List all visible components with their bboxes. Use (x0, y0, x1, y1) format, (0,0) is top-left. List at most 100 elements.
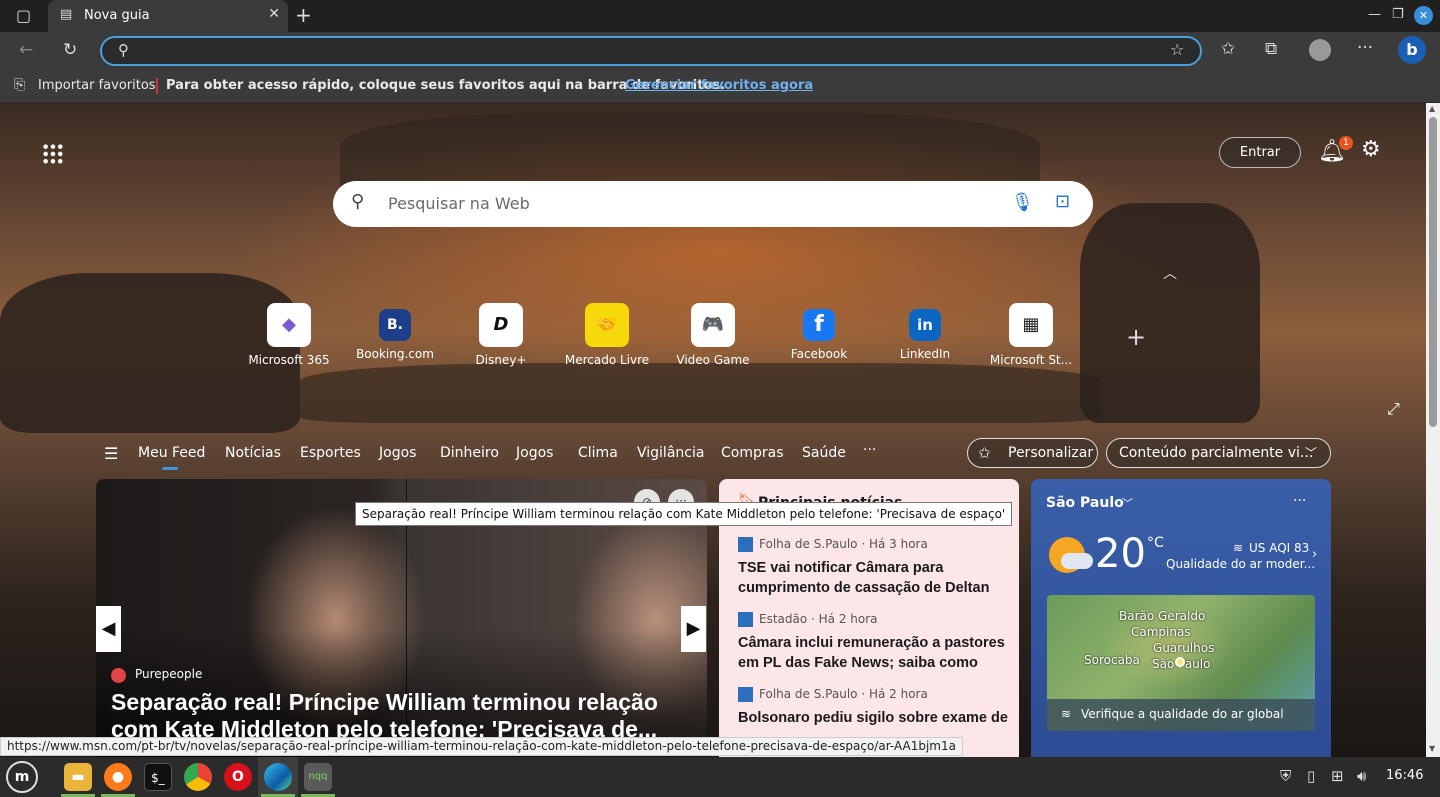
back-icon[interactable]: ← (19, 40, 33, 60)
tab-compras[interactable]: Compras (721, 445, 784, 461)
tab-dinheiro[interactable]: Dinheiro (440, 445, 499, 461)
quick-link-tile[interactable]: 🎮 Video Game (660, 303, 766, 367)
quick-link-tile[interactable]: 🤝 Mercado Livre (554, 303, 660, 367)
more-icon[interactable]: ··· (1357, 38, 1373, 58)
visual-search-icon[interactable]: ⊡ (1055, 191, 1070, 212)
weather-city[interactable]: São Paulo (1046, 495, 1124, 511)
import-favorites-button[interactable]: Importar favoritos (38, 78, 156, 93)
sidebar-icon[interactable]: ▢ (16, 6, 31, 25)
bing-icon[interactable]: b (1398, 36, 1426, 64)
apps-grid-icon[interactable] (42, 143, 64, 165)
more-tabs-icon[interactable]: ··· (863, 442, 876, 458)
settings-gear-icon[interactable]: ⚙ (1361, 137, 1381, 162)
personalize-button[interactable]: ✩ Personalizar (967, 438, 1098, 468)
status-url: https://www.msn.com/pt-br/tv/novelas/sep… (0, 737, 963, 756)
chrome-icon[interactable] (184, 763, 212, 791)
new-tab-icon[interactable]: + (295, 3, 312, 27)
scroll-up-icon[interactable]: ▲ (1429, 104, 1435, 113)
page-scrollbar[interactable]: ▲ ▼ (1426, 103, 1440, 757)
favbar-divider (156, 78, 158, 94)
shield-icon[interactable]: ⛨ (1280, 767, 1291, 785)
news-title[interactable]: Bolsonaro pediu sigilo sobre exame de Co… (738, 708, 1008, 728)
tab-clima[interactable]: Clima (578, 445, 618, 461)
personalize-icon: ✩ (978, 444, 991, 462)
collapse-chevron-icon[interactable]: ︿ (1163, 263, 1177, 283)
favorites-bar: ⎘ Importar favoritos Para obter acesso r… (0, 70, 1440, 103)
linkedin-icon: in (909, 309, 941, 341)
news-item[interactable]: Estadão · Há 2 hora Câmara inclui remune… (738, 612, 1008, 673)
air-quality-link[interactable]: ≋ Verifique a qualidade do ar global (1047, 699, 1315, 731)
quick-link-tile[interactable]: ◆ Microsoft 365 (236, 303, 342, 367)
clock[interactable]: 16:46 (1386, 768, 1423, 783)
feed-nav: ☰ Meu Feed Notícias Esportes Jogos Dinhe… (100, 438, 1340, 474)
tab-meu-feed[interactable]: Meu Feed (138, 445, 205, 461)
news-item[interactable]: Folha de S.Paulo · Há 2 hora Bolsonaro p… (738, 687, 1008, 728)
nqq-icon[interactable]: nqq (304, 763, 332, 791)
tab-vigilancia[interactable]: Vigilância (637, 445, 704, 461)
opera-icon[interactable]: O (224, 763, 252, 791)
quick-link-label: Booking.com (356, 347, 434, 361)
news-title[interactable]: TSE vai notificar Câmara para cumpriment… (738, 558, 1008, 598)
tab-jogos-2[interactable]: Jogos (516, 445, 553, 461)
content-visibility-dropdown[interactable]: Conteúdo parcialmente vi... ﹀ (1106, 438, 1331, 468)
manage-favorites-link[interactable]: Gerenciar favoritos agora (625, 78, 813, 93)
minimize-icon[interactable]: — (1368, 7, 1381, 22)
video-game-icon: 🎮 (691, 303, 735, 347)
address-bar[interactable]: ⚲ ☆ (100, 36, 1202, 66)
news-source: Estadão · Há 2 hora (759, 612, 878, 626)
scroll-down-icon[interactable]: ▼ (1429, 744, 1435, 753)
tab-saude[interactable]: Saúde (802, 445, 846, 461)
more-options-icon[interactable]: ··· (1293, 493, 1306, 509)
files-icon[interactable]: ▬ (64, 763, 92, 791)
quick-links: ◆ Microsoft 365 B. Booking.com D Disney+ 🤝 M… (236, 303, 1146, 373)
scrollbar-thumb[interactable] (1429, 117, 1437, 427)
quick-link-tile[interactable]: B. Booking.com (342, 303, 448, 361)
terminal-icon[interactable]: $_ (144, 763, 172, 791)
aqi-description: Qualidade do ar moder... (1166, 557, 1316, 571)
chevron-down-icon[interactable]: ﹀ (1122, 495, 1133, 511)
tab-page-icon: ▤ (60, 7, 73, 22)
network-icon[interactable]: ⊞ (1331, 767, 1344, 785)
signin-button[interactable]: Entrar (1219, 137, 1301, 168)
maximize-icon[interactable]: ❐ (1392, 7, 1404, 22)
close-tab-icon[interactable]: ✕ (268, 6, 280, 22)
firefox-icon[interactable]: ● (104, 763, 132, 791)
tab-nova-guia[interactable]: ▤ Nova guia ✕ (48, 0, 288, 32)
favorites-icon[interactable]: ✩ (1221, 39, 1235, 59)
expand-icon[interactable]: ⤢ (1387, 399, 1400, 419)
quick-link-tile[interactable]: ▦ Microsoft St... (978, 303, 1084, 367)
map-city-label: Guarulhos (1153, 641, 1215, 655)
notes-icon[interactable]: ▯ (1307, 767, 1315, 785)
news-item[interactable]: Folha de S.Paulo · Há 3 hora TSE vai not… (738, 537, 1008, 598)
add-favorite-icon[interactable]: ☆ (1170, 40, 1184, 59)
previous-arrow-button[interactable]: ◀ (96, 606, 121, 652)
folha-logo-icon (738, 687, 753, 702)
microphone-icon[interactable]: 🎙︎ (1011, 192, 1034, 213)
add-quick-link-icon[interactable]: + (1126, 323, 1146, 351)
tab-jogos[interactable]: Jogos (379, 445, 416, 461)
refresh-icon[interactable]: ↻ (63, 40, 77, 60)
close-window-icon[interactable]: ✕ (1414, 6, 1433, 25)
quick-link-tile[interactable]: f Facebook (766, 303, 872, 361)
tab-esportes[interactable]: Esportes (300, 445, 361, 461)
tab-noticias[interactable]: Notícias (225, 445, 281, 461)
news-title[interactable]: Câmara inclui remuneração a pastores em … (738, 633, 1008, 673)
weather-map[interactable]: Barão Geraldo Campinas Guarulhos Sorocab… (1047, 595, 1315, 731)
menu-icon[interactable]: m (6, 761, 38, 793)
air-quality-icon: ≋ (1061, 707, 1072, 721)
map-city-label: Campinas (1131, 625, 1191, 639)
next-icon[interactable]: › (1312, 547, 1317, 562)
tab-title: Nova guia (84, 8, 150, 23)
menu-icon[interactable]: ☰ (104, 444, 118, 463)
quick-link-tile[interactable]: D Disney+ (448, 303, 554, 367)
web-search-input[interactable]: Pesquisar na Web (388, 194, 530, 213)
next-arrow-button[interactable]: ▶ (681, 606, 706, 652)
profile-icon[interactable] (1309, 39, 1331, 61)
hero-headline[interactable]: Separação real! Príncipe William termino… (111, 689, 696, 743)
web-search-box[interactable]: ⚲ Pesquisar na Web 🎙︎ ⊡ (333, 181, 1093, 227)
edge-icon[interactable] (264, 763, 292, 791)
weather-card[interactable]: São Paulo ﹀ ··· 20 °C ≋ US AQI 83 Qualid… (1031, 479, 1331, 757)
collections-icon[interactable]: ⧉ (1265, 39, 1277, 59)
quick-link-tile[interactable]: in LinkedIn (872, 303, 978, 361)
volume-icon[interactable]: 🔊︎ (1357, 767, 1366, 785)
